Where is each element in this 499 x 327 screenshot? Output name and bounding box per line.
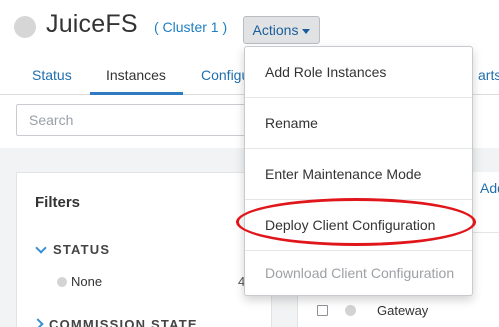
active-tab-indicator	[90, 92, 183, 95]
menu-item-rename[interactable]: Rename	[245, 98, 472, 148]
menu-item-enter-maintenance-mode[interactable]: Enter Maintenance Mode	[245, 149, 472, 199]
status-filter-heading[interactable]: STATUS	[53, 242, 110, 257]
caret-down-icon	[302, 28, 311, 34]
actions-button[interactable]: Actions	[243, 16, 320, 44]
filters-title: Filters	[35, 194, 81, 211]
menu-item-add-role-instances[interactable]: Add Role Instances	[245, 47, 472, 97]
status-none-icon	[57, 277, 67, 287]
row-status-icon	[345, 305, 356, 316]
search-input[interactable]	[16, 104, 266, 136]
row-checkbox[interactable]	[317, 305, 328, 316]
tab-configuration[interactable]: Configu	[201, 67, 249, 83]
cluster-link[interactable]: ( Cluster 1 )	[154, 19, 227, 35]
tab-status[interactable]: Status	[32, 67, 72, 83]
service-status-icon	[14, 16, 36, 38]
add-role-instances-link[interactable]: Add	[480, 180, 499, 196]
tab-instances[interactable]: Instances	[106, 67, 166, 83]
menu-item-download-client-configuration: Download Client Configuration	[265, 265, 455, 281]
menu-item-deploy-client-configuration[interactable]: Deploy Client Configuration	[245, 200, 472, 250]
commission-state-filter-heading[interactable]: COMMISSION STATE	[49, 317, 198, 327]
status-filter-option-none[interactable]: None	[71, 274, 102, 289]
page-title: JuiceFS	[46, 10, 138, 38]
tab-charts[interactable]: arts	[478, 67, 499, 83]
actions-dropdown-menu: Add Role Instances Rename Enter Maintena…	[244, 46, 473, 296]
actions-button-label: Actions	[252, 22, 299, 38]
table-row-role[interactable]: Gateway	[377, 303, 428, 318]
